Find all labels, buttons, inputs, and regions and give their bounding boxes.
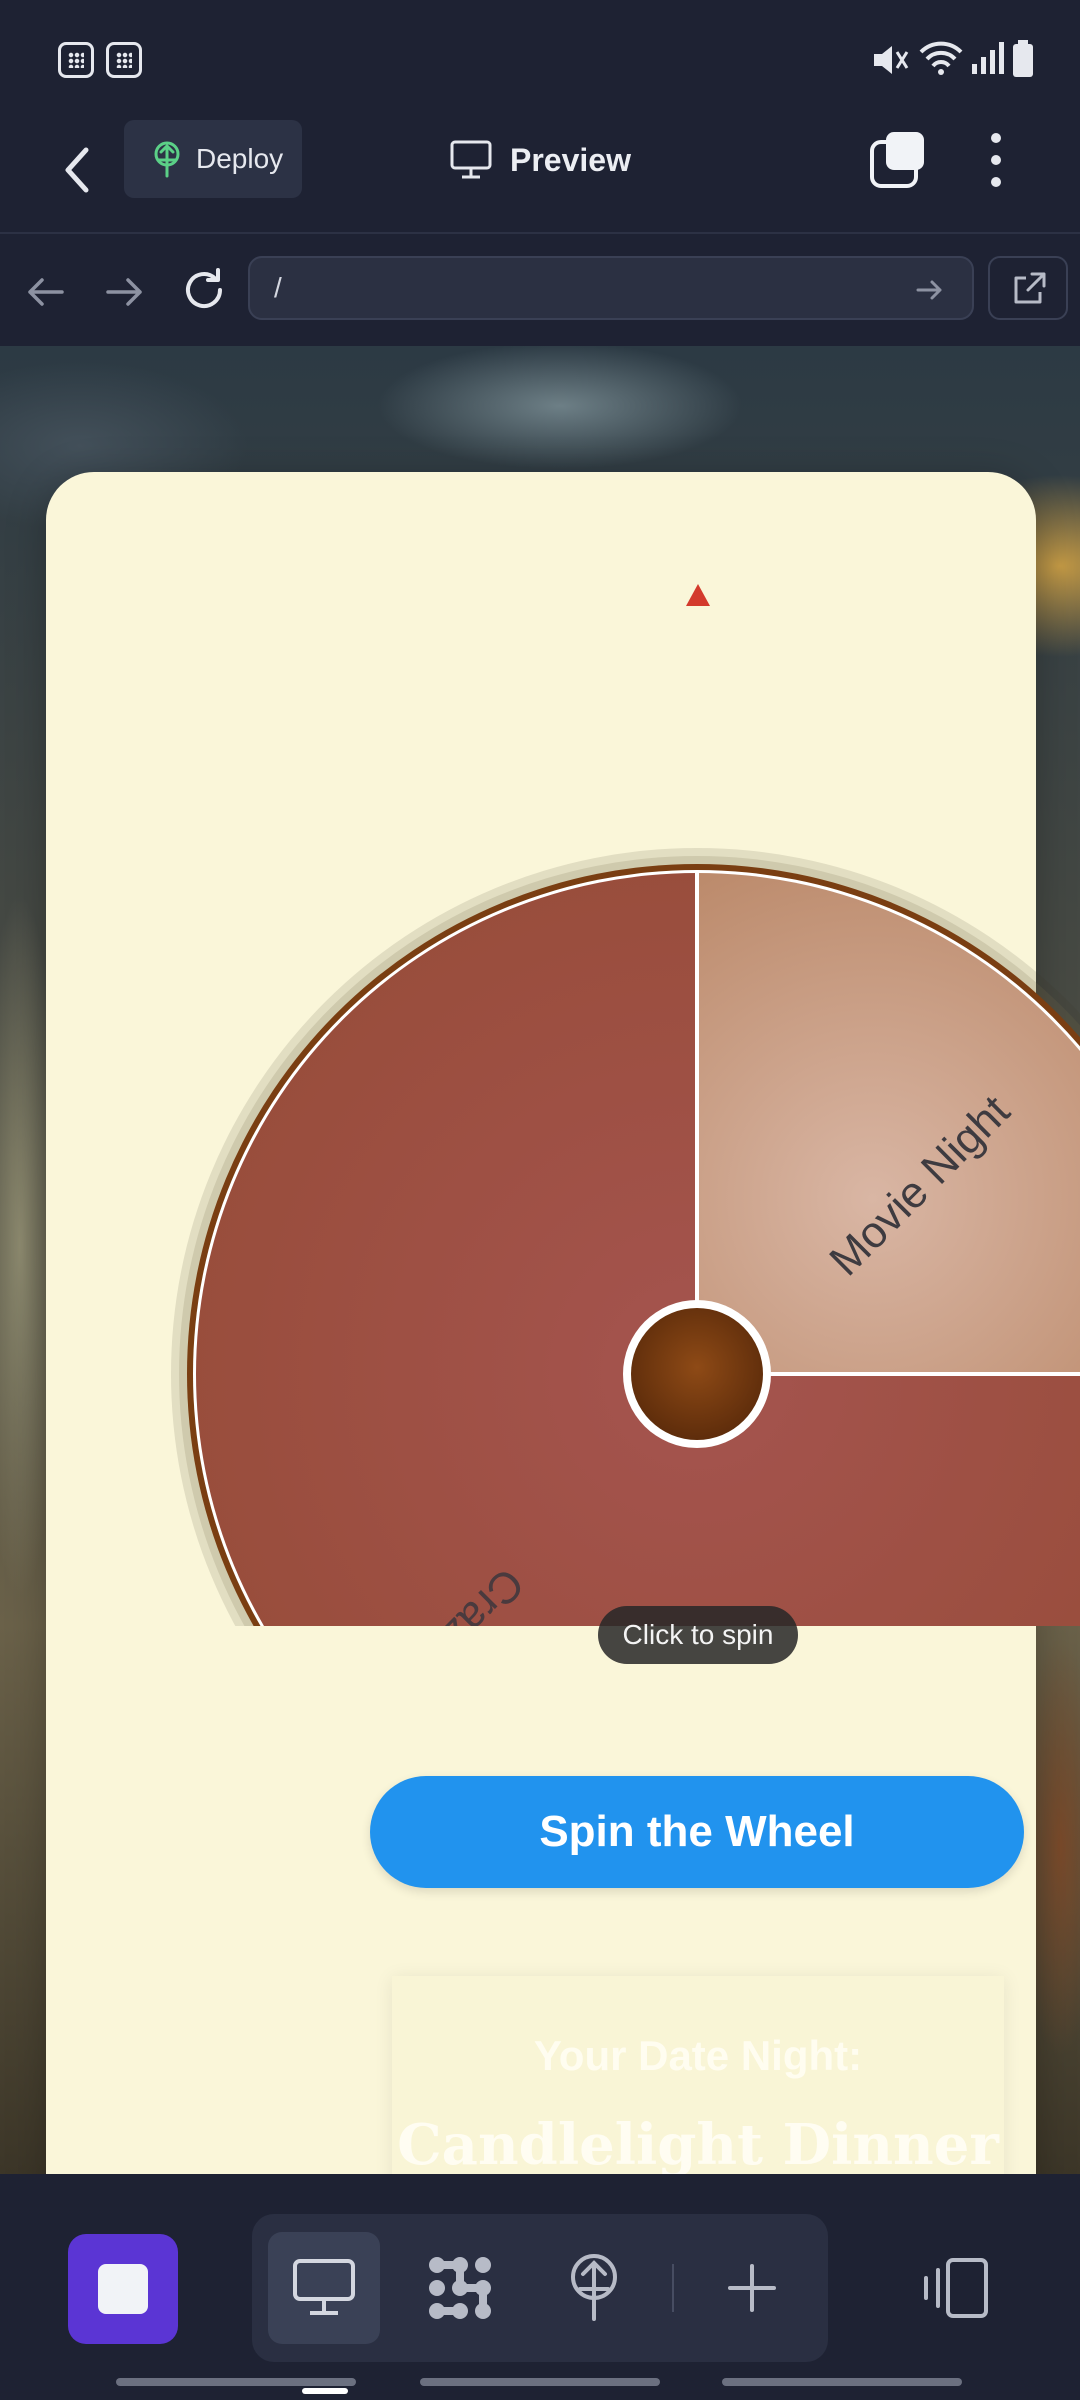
add-button[interactable] (696, 2232, 808, 2344)
deploy-tool-button[interactable] (538, 2232, 650, 2344)
dots-pattern-icon (429, 2257, 491, 2319)
deploy-icon (571, 2254, 617, 2321)
app-toolbar: Deploy Preview (0, 120, 1080, 234)
wifi-icon (919, 41, 963, 75)
spin-the-wheel-button[interactable]: Spin the Wheel (370, 1776, 1024, 1888)
gesture-pill (420, 2378, 660, 2386)
monitor-icon (293, 2259, 355, 2315)
reload-icon (186, 268, 222, 308)
bottom-toolbar (0, 2174, 1080, 2400)
battery-icon (1013, 40, 1033, 77)
deploy-label: Deploy (196, 143, 284, 174)
gesture-pill (116, 2378, 356, 2386)
arrow-left-icon (28, 278, 64, 306)
deploy-button[interactable]: Deploy (124, 120, 302, 198)
more-vertical-icon (991, 133, 1001, 187)
plus-icon (728, 2264, 776, 2312)
arrow-right-icon (106, 278, 142, 306)
back-button[interactable] (52, 132, 112, 204)
more-menu-button[interactable] (978, 128, 1014, 192)
gesture-indicator (302, 2388, 348, 2394)
device-rotate-icon (924, 2258, 988, 2318)
integrations-button[interactable] (404, 2232, 516, 2344)
wheel-segment-movie-night (697, 873, 1080, 1374)
desktop-view-button[interactable] (268, 2232, 380, 2344)
go-arrow-icon[interactable] (914, 274, 946, 306)
spin-tooltip: Click to spin (598, 1606, 798, 1664)
mute-icon (874, 46, 909, 74)
stop-button[interactable] (68, 2234, 178, 2344)
browser-nav-bar: / (0, 234, 1080, 346)
signal-icon (972, 42, 1004, 74)
wheel-pointer (686, 584, 710, 606)
deploy-icon (154, 141, 180, 178)
tabs-button[interactable] (866, 128, 930, 192)
result-label: Your Date Night: (533, 2032, 863, 2079)
monitor-icon (450, 140, 492, 179)
url-text: / (274, 272, 282, 303)
calculator-icon (58, 42, 94, 78)
spin-wheel[interactable]: Movie Night Crazy (160, 596, 1080, 1626)
reload-button[interactable] (178, 264, 230, 316)
preview-viewport: Movie Night Crazy Click to spin Spin the… (0, 346, 1080, 2174)
chevron-left-icon (65, 147, 89, 193)
preview-label: Preview (510, 141, 631, 178)
external-link-icon (1014, 272, 1046, 304)
view-tool-group (252, 2214, 828, 2362)
result-card: Your Date Night: Candlelight Dinner (392, 1976, 1004, 2174)
url-input[interactable]: / (248, 256, 974, 320)
open-external-button[interactable] (988, 256, 1068, 320)
wheel-hub (631, 1308, 763, 1440)
nav-back-button[interactable] (22, 268, 70, 316)
gesture-pill (722, 2378, 962, 2386)
calculator-icon (106, 42, 142, 78)
nav-forward-button[interactable] (100, 268, 148, 316)
device-switch-button[interactable] (920, 2238, 992, 2338)
result-value: Candlelight Dinner (397, 2112, 999, 2174)
tabs-icon (870, 132, 924, 188)
tool-divider (672, 2264, 674, 2312)
status-bar (0, 0, 1080, 120)
preview-tab[interactable]: Preview (450, 138, 631, 182)
